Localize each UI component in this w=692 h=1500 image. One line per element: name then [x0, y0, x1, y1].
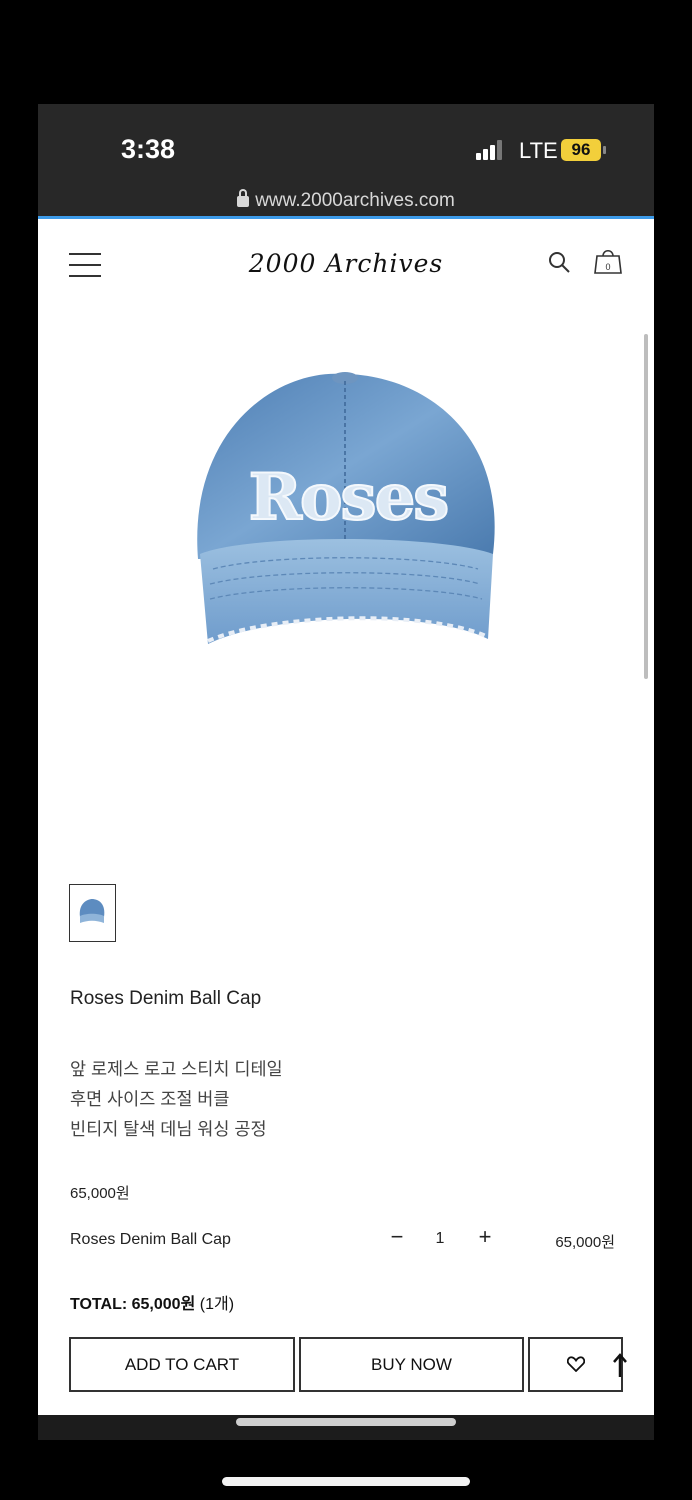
- url-text: www.2000archives.com: [255, 190, 455, 211]
- option-name: Roses Denim Ball Cap: [70, 1231, 231, 1248]
- cart-count: 0: [605, 262, 610, 272]
- thumbnail-cap-icon: [79, 899, 105, 923]
- status-time: 3:38: [121, 134, 176, 164]
- order-total: TOTAL: 65,000원 (1개): [70, 1290, 234, 1314]
- address-bar[interactable]: www.2000archives.com: [38, 189, 654, 212]
- phone-screen: 3:38 LTE 96 www.2000archives.com 2000 Ar…: [38, 104, 654, 1440]
- description-line: 후면 사이즈 조절 버클: [70, 1089, 230, 1109]
- browser-scroll-pill: [236, 1418, 456, 1426]
- option-price: 65,000원: [555, 1234, 615, 1251]
- shopping-bag-icon[interactable]: 0: [593, 246, 623, 276]
- scrollbar[interactable]: [644, 334, 648, 679]
- description-line: 빈티지 탈색 데님 워싱 공정: [70, 1119, 267, 1139]
- product-price: 65,000원: [70, 1185, 130, 1202]
- product-thumbnail[interactable]: [69, 884, 116, 942]
- svg-text:Roses: Roses: [249, 460, 448, 535]
- quantity-decrease-button[interactable]: −: [384, 1224, 410, 1252]
- total-count: (1개): [199, 1296, 235, 1313]
- up-arrow-icon[interactable]: [613, 1353, 627, 1377]
- lock-icon: [237, 189, 250, 207]
- battery-tip: [603, 146, 606, 154]
- status-bar: 3:38 LTE 96 www.2000archives.com: [38, 104, 654, 216]
- search-icon[interactable]: [547, 250, 571, 274]
- battery-icon: 96: [561, 139, 601, 161]
- wishlist-button[interactable]: [528, 1337, 623, 1392]
- signal-icon: [476, 140, 508, 160]
- heart-icon: [567, 1356, 585, 1372]
- quantity-increase-button[interactable]: +: [472, 1224, 498, 1252]
- total-amount: 65,000원: [131, 1296, 196, 1313]
- denim-cap-image: Roses: [197, 372, 495, 644]
- description-line: 앞 로제스 로고 스티치 디테일: [70, 1059, 283, 1079]
- quantity-value[interactable]: 1: [430, 1230, 450, 1248]
- product-title: Roses Denim Ball Cap: [70, 988, 262, 1009]
- product-description: 앞 로제스 로고 스티치 디테일 후면 사이즈 조절 버클 빈티지 탈색 데님 …: [70, 1054, 283, 1144]
- buy-now-button[interactable]: BUY NOW: [299, 1337, 524, 1392]
- home-indicator[interactable]: [222, 1477, 470, 1486]
- add-to-cart-button[interactable]: ADD TO CART: [69, 1337, 295, 1392]
- total-label: TOTAL:: [70, 1296, 128, 1313]
- network-type: LTE: [519, 138, 558, 163]
- site-header: 2000 Archives 0: [38, 219, 654, 309]
